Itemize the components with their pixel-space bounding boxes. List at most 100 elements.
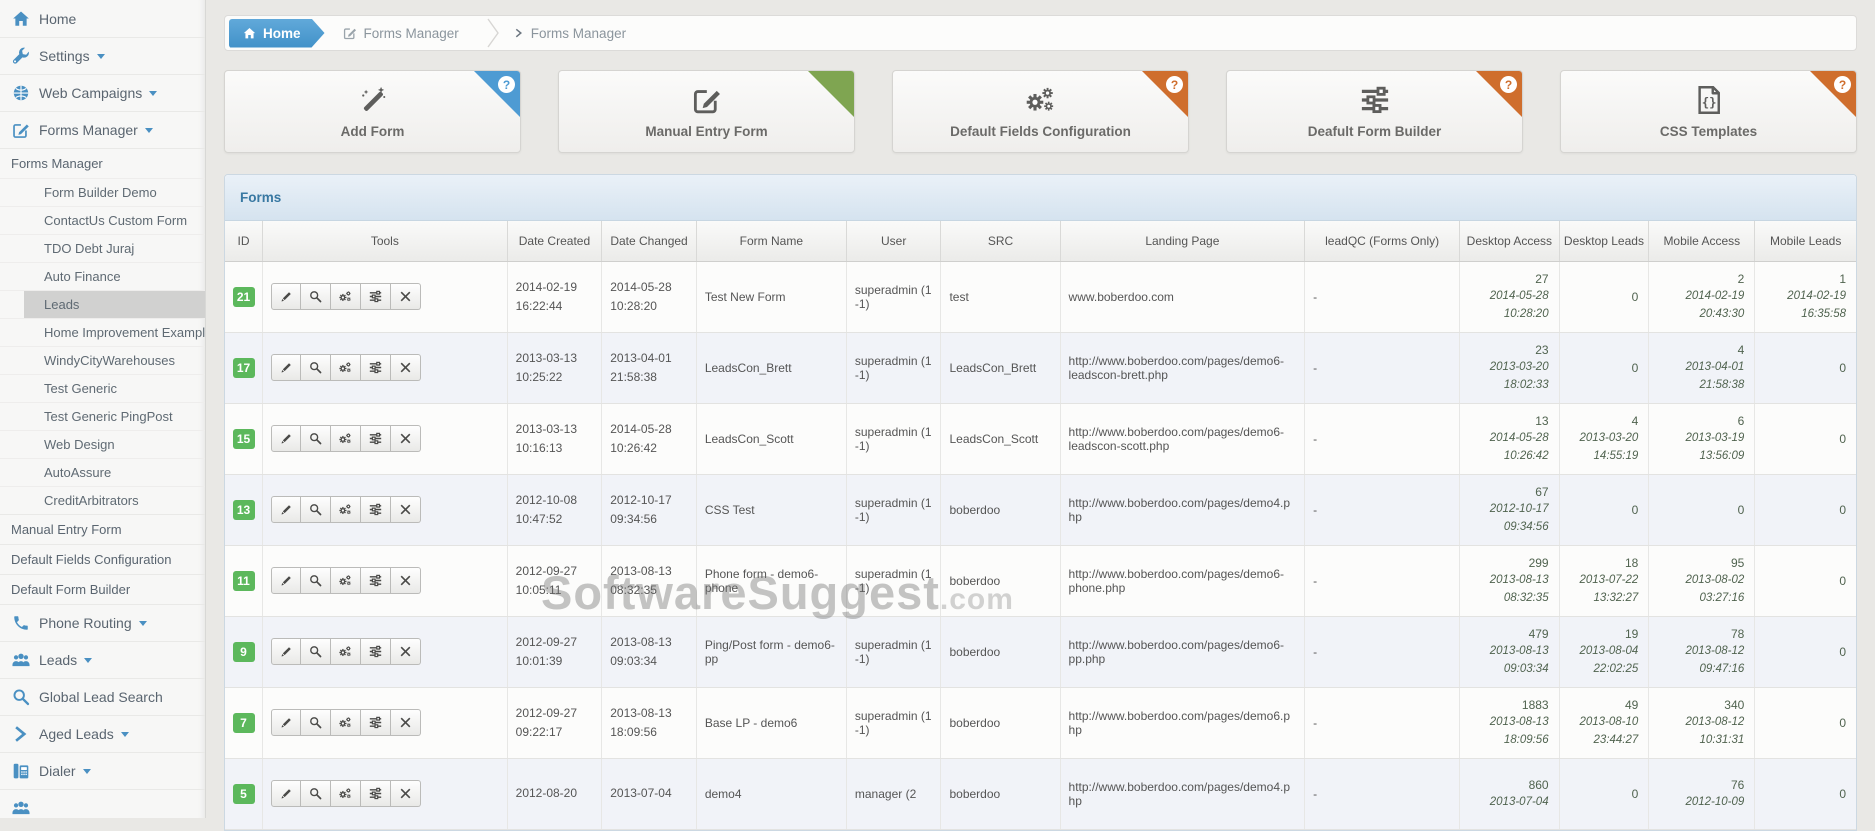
delete-form-button[interactable] [391, 780, 421, 807]
help-icon[interactable] [1166, 76, 1183, 93]
sidebar-item[interactable]: Dialer [0, 752, 205, 789]
edit-form-button[interactable] [271, 496, 301, 523]
sidebar-item[interactable]: WindyCityWarehouses [0, 346, 205, 374]
edit-form-button[interactable] [271, 354, 301, 381]
breadcrumb-home[interactable]: Home [229, 19, 325, 48]
sidebar-item[interactable]: Aged Leads [0, 715, 205, 752]
preview-form-button[interactable] [301, 780, 331, 807]
action-card[interactable]: Deafult Form Builder [1226, 70, 1523, 153]
edit-form-button[interactable] [271, 709, 301, 736]
form-settings-button[interactable] [331, 496, 361, 523]
sidebar-item[interactable]: Auto Finance [0, 262, 205, 290]
delete-form-button[interactable] [391, 638, 421, 665]
breadcrumb-current[interactable]: Forms Manager [500, 26, 644, 41]
edit-form-button[interactable] [271, 425, 301, 452]
form-fields-button[interactable] [361, 567, 391, 594]
edit-form-button[interactable] [271, 638, 301, 665]
sidebar-item[interactable]: Leads [0, 641, 205, 678]
preview-form-button[interactable] [301, 283, 331, 310]
action-card[interactable]: CSS Templates [1560, 70, 1857, 153]
help-icon[interactable] [1500, 76, 1517, 93]
sidebar-item-label: Web Design [44, 437, 115, 452]
edit-icon [691, 85, 723, 115]
form-fields-button[interactable] [361, 283, 391, 310]
chevron-right-icon [514, 28, 524, 38]
search-icon [309, 787, 322, 800]
sidebar-item[interactable]: Form Builder Demo [0, 178, 205, 206]
action-card[interactable]: Manual Entry Form [558, 70, 855, 153]
form-fields-button[interactable] [361, 709, 391, 736]
preview-form-button[interactable] [301, 354, 331, 381]
table-row: 17 2013-03-13 10:25:22 2013-04-01 21:58:38… [225, 332, 1856, 404]
delete-form-button[interactable] [391, 283, 421, 310]
delete-form-button[interactable] [391, 567, 421, 594]
action-card[interactable]: Default Fields Configuration [892, 70, 1189, 153]
sidebar-item[interactable]: Web Campaigns [0, 74, 205, 111]
delete-form-button[interactable] [391, 425, 421, 452]
sidebar-item[interactable]: Home [0, 0, 205, 37]
sidebar-item[interactable]: Manual Entry Form [0, 514, 205, 544]
sidebar-item[interactable]: Test Generic [0, 374, 205, 402]
form-settings-button[interactable] [331, 638, 361, 665]
sidebar-item[interactable]: Global Lead Search [0, 678, 205, 715]
sidebar-item[interactable]: Test Generic PingPost [0, 402, 205, 430]
preview-form-button[interactable] [301, 709, 331, 736]
breadcrumb-forms-manager[interactable]: Forms Manager [325, 26, 487, 41]
search-icon [309, 574, 322, 587]
preview-form-button[interactable] [301, 496, 331, 523]
edit-form-button[interactable] [271, 283, 301, 310]
preview-form-button[interactable] [301, 638, 331, 665]
action-card[interactable]: Add Form [224, 70, 521, 153]
sidebar-item[interactable]: TDO Debt Juraj [0, 234, 205, 262]
delete-form-button[interactable] [391, 354, 421, 381]
leadqc-cell: - [1304, 332, 1461, 404]
sidebar-item[interactable]: Forms Manager [0, 111, 205, 148]
edit-form-button[interactable] [271, 567, 301, 594]
panel-title: Forms [240, 190, 282, 205]
help-icon[interactable] [498, 76, 515, 93]
form-fields-button[interactable] [361, 496, 391, 523]
user-cell: manager (2 [846, 758, 942, 830]
pencil-icon [280, 361, 293, 374]
date-created-cell: 2013-03-13 10:16:13 [507, 403, 603, 475]
preview-form-button[interactable] [301, 567, 331, 594]
mobile-leads-cell: 0 [1754, 545, 1856, 617]
sidebar-item[interactable]: Forms Manager [0, 148, 205, 178]
sidebar-item[interactable]: ContactUs Custom Form [0, 206, 205, 234]
edit-form-button[interactable] [271, 780, 301, 807]
form-settings-button[interactable] [331, 425, 361, 452]
sidebar-item[interactable]: Web Design [0, 430, 205, 458]
form-fields-button[interactable] [361, 354, 391, 381]
sidebar-item[interactable]: CreditArbitrators [0, 486, 205, 514]
form-settings-button[interactable] [331, 354, 361, 381]
sidebar-item[interactable]: AutoAssure [0, 458, 205, 486]
sliders-icon [369, 290, 382, 303]
delete-form-button[interactable] [391, 496, 421, 523]
sidebar-item[interactable]: Default Fields Configuration [0, 544, 205, 574]
card-ribbon [1476, 71, 1522, 117]
sidebar-item[interactable] [0, 789, 205, 818]
mobile-leads-cell: 0 [1754, 474, 1856, 546]
sidebar-item[interactable]: Default Form Builder [0, 574, 205, 604]
preview-form-button[interactable] [301, 425, 331, 452]
form-fields-button[interactable] [361, 425, 391, 452]
src-cell: boberdoo [940, 545, 1061, 617]
form-settings-button[interactable] [331, 709, 361, 736]
form-settings-button[interactable] [331, 283, 361, 310]
caret-down-icon [144, 128, 153, 137]
desktop-access-cell: 479 2013-08-13 09:03:34 [1459, 616, 1560, 688]
form-settings-button[interactable] [331, 567, 361, 594]
sidebar-item[interactable]: Settings [0, 37, 205, 74]
sidebar-item[interactable]: Phone Routing [0, 604, 205, 641]
mobile-leads-cell: 0 [1754, 403, 1856, 475]
pencil-icon [280, 432, 293, 445]
sidebar-item[interactable]: Home Improvement Example [0, 318, 205, 346]
sidebar-item[interactable]: Leads [0, 290, 205, 318]
form-settings-button[interactable] [331, 780, 361, 807]
form-fields-button[interactable] [361, 780, 391, 807]
sidebar-item-label: ContactUs Custom Form [44, 213, 188, 228]
close-icon [399, 645, 412, 658]
delete-form-button[interactable] [391, 709, 421, 736]
help-icon[interactable] [1834, 76, 1851, 93]
form-fields-button[interactable] [361, 638, 391, 665]
